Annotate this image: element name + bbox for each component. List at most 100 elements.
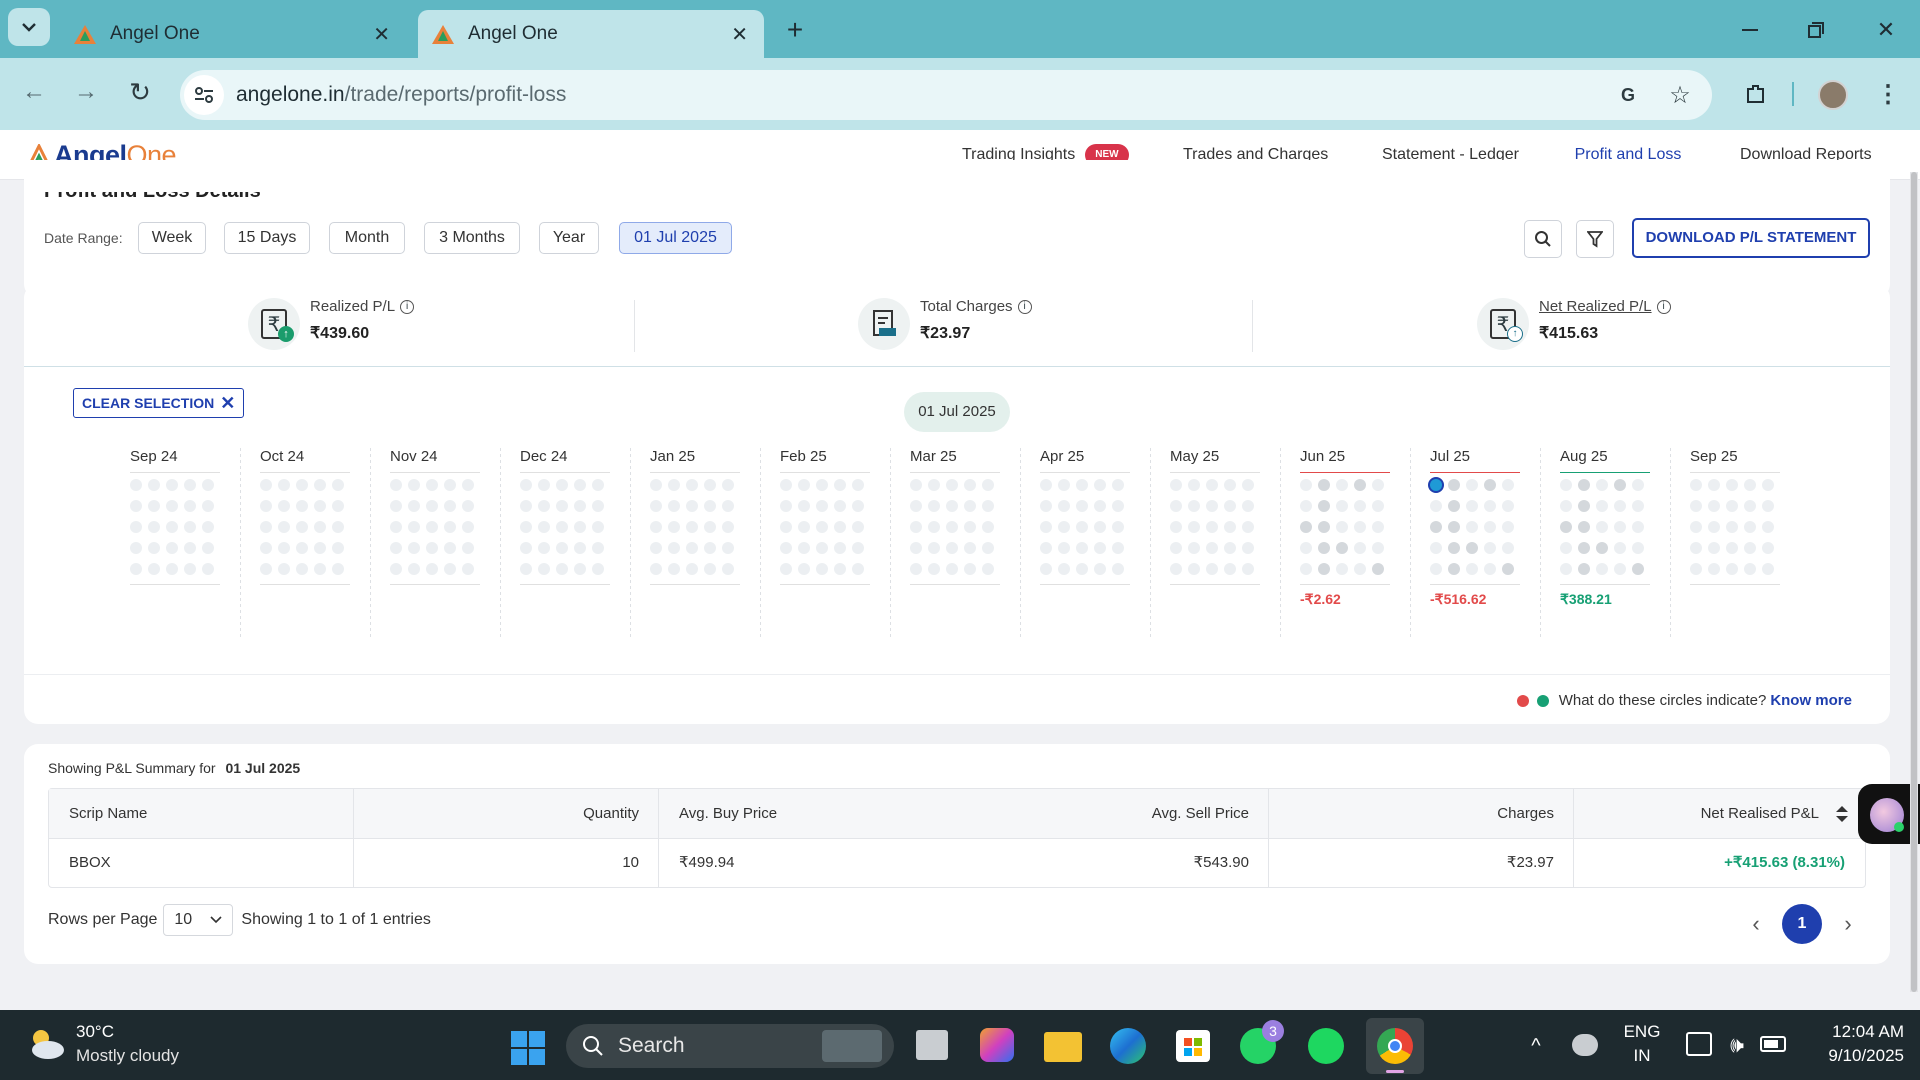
day-dot[interactable]: [1744, 521, 1756, 533]
day-dot[interactable]: [332, 542, 344, 554]
day-dot[interactable]: [520, 479, 532, 491]
day-dot[interactable]: [1726, 542, 1738, 554]
day-dot[interactable]: [1300, 479, 1312, 491]
info-icon[interactable]: i: [400, 299, 415, 314]
day-dot[interactable]: [834, 521, 846, 533]
day-dot[interactable]: [1596, 479, 1608, 491]
day-dot[interactable]: [166, 479, 178, 491]
day-dot[interactable]: [148, 521, 160, 533]
day-dot[interactable]: [686, 563, 698, 575]
day-dot[interactable]: [1614, 479, 1626, 491]
day-dot[interactable]: [668, 542, 680, 554]
day-dot[interactable]: [1578, 479, 1590, 491]
day-dot[interactable]: [982, 500, 994, 512]
day-dot[interactable]: [130, 500, 142, 512]
day-dot[interactable]: [462, 521, 474, 533]
sort-icon[interactable]: [1835, 805, 1849, 823]
day-dot[interactable]: [520, 563, 532, 575]
day-dot[interactable]: [1318, 500, 1330, 512]
day-dot[interactable]: [1170, 521, 1182, 533]
day-dot[interactable]: [148, 479, 160, 491]
scrollbar-thumb[interactable]: [1911, 172, 1917, 992]
day-dot[interactable]: [202, 542, 214, 554]
day-dot[interactable]: [408, 521, 420, 533]
day-dot[interactable]: [722, 563, 734, 575]
day-dot[interactable]: [1188, 563, 1200, 575]
day-dot[interactable]: [1206, 542, 1218, 554]
day-dot[interactable]: [1058, 542, 1070, 554]
day-dot[interactable]: [202, 479, 214, 491]
day-dot[interactable]: [1762, 500, 1774, 512]
day-dot[interactable]: [1762, 563, 1774, 575]
day-dot[interactable]: [1094, 563, 1106, 575]
day-dot[interactable]: [148, 542, 160, 554]
filter-button[interactable]: [1576, 220, 1614, 258]
day-dot[interactable]: [928, 563, 940, 575]
day-dot[interactable]: [1560, 500, 1572, 512]
month-column[interactable]: Dec 24: [520, 448, 635, 609]
know-more-link[interactable]: Know more: [1770, 692, 1852, 709]
day-dot[interactable]: [444, 500, 456, 512]
day-dot[interactable]: [1336, 521, 1348, 533]
day-dot[interactable]: [538, 479, 550, 491]
day-dot[interactable]: [408, 542, 420, 554]
day-dot[interactable]: [1430, 500, 1442, 512]
day-dot[interactable]: [1170, 500, 1182, 512]
day-dot[interactable]: [574, 542, 586, 554]
day-dot[interactable]: [1614, 500, 1626, 512]
day-dot[interactable]: [650, 479, 662, 491]
day-dot[interactable]: [1448, 479, 1460, 491]
day-dot[interactable]: [462, 479, 474, 491]
day-dot[interactable]: [390, 563, 402, 575]
day-dot[interactable]: [780, 542, 792, 554]
day-dot[interactable]: [1484, 479, 1496, 491]
day-dot[interactable]: [798, 521, 810, 533]
day-dot[interactable]: [946, 479, 958, 491]
day-dot[interactable]: [1206, 563, 1218, 575]
day-dot[interactable]: [538, 563, 550, 575]
day-dot[interactable]: [538, 500, 550, 512]
day-dot[interactable]: [1076, 542, 1088, 554]
day-dot[interactable]: [704, 542, 716, 554]
range-selected-date-button[interactable]: 01 Jul 2025: [619, 222, 732, 254]
taskbar-search[interactable]: Search: [566, 1024, 894, 1068]
day-dot[interactable]: [964, 479, 976, 491]
browser-tab-active[interactable]: Angel One ✕: [418, 10, 764, 58]
day-dot[interactable]: [426, 479, 438, 491]
month-column[interactable]: Nov 24: [390, 448, 505, 609]
day-dot[interactable]: [1726, 563, 1738, 575]
day-dot[interactable]: [1448, 563, 1460, 575]
day-dot[interactable]: [260, 521, 272, 533]
day-dot[interactable]: [1188, 542, 1200, 554]
scrollbar-track[interactable]: [1910, 172, 1918, 992]
day-dot[interactable]: [1466, 542, 1478, 554]
day-dot[interactable]: [668, 500, 680, 512]
day-dot[interactable]: [1224, 500, 1236, 512]
day-dot[interactable]: [816, 542, 828, 554]
back-icon[interactable]: ←: [16, 74, 52, 110]
month-column[interactable]: Sep 25: [1690, 448, 1805, 609]
day-dot[interactable]: [668, 563, 680, 575]
day-dot[interactable]: [278, 479, 290, 491]
day-dot[interactable]: [184, 521, 196, 533]
day-dot[interactable]: [148, 500, 160, 512]
day-dot[interactable]: [1170, 563, 1182, 575]
day-dot[interactable]: [704, 479, 716, 491]
day-dot[interactable]: [816, 479, 828, 491]
day-dot[interactable]: [982, 542, 994, 554]
day-dot[interactable]: [1502, 521, 1514, 533]
day-dot[interactable]: [780, 479, 792, 491]
day-dot[interactable]: [1502, 542, 1514, 554]
day-dot[interactable]: [722, 521, 734, 533]
day-dot[interactable]: [1744, 542, 1756, 554]
day-dot[interactable]: [1040, 563, 1052, 575]
info-icon[interactable]: i: [1656, 299, 1671, 314]
day-dot[interactable]: [130, 521, 142, 533]
day-dot[interactable]: [1632, 563, 1644, 575]
day-dot[interactable]: [296, 521, 308, 533]
day-dot[interactable]: [852, 563, 864, 575]
language-indicator[interactable]: ENG IN: [1622, 1022, 1662, 1066]
spotify-icon[interactable]: [1308, 1028, 1344, 1064]
day-dot[interactable]: [390, 500, 402, 512]
day-dot[interactable]: [1690, 479, 1702, 491]
